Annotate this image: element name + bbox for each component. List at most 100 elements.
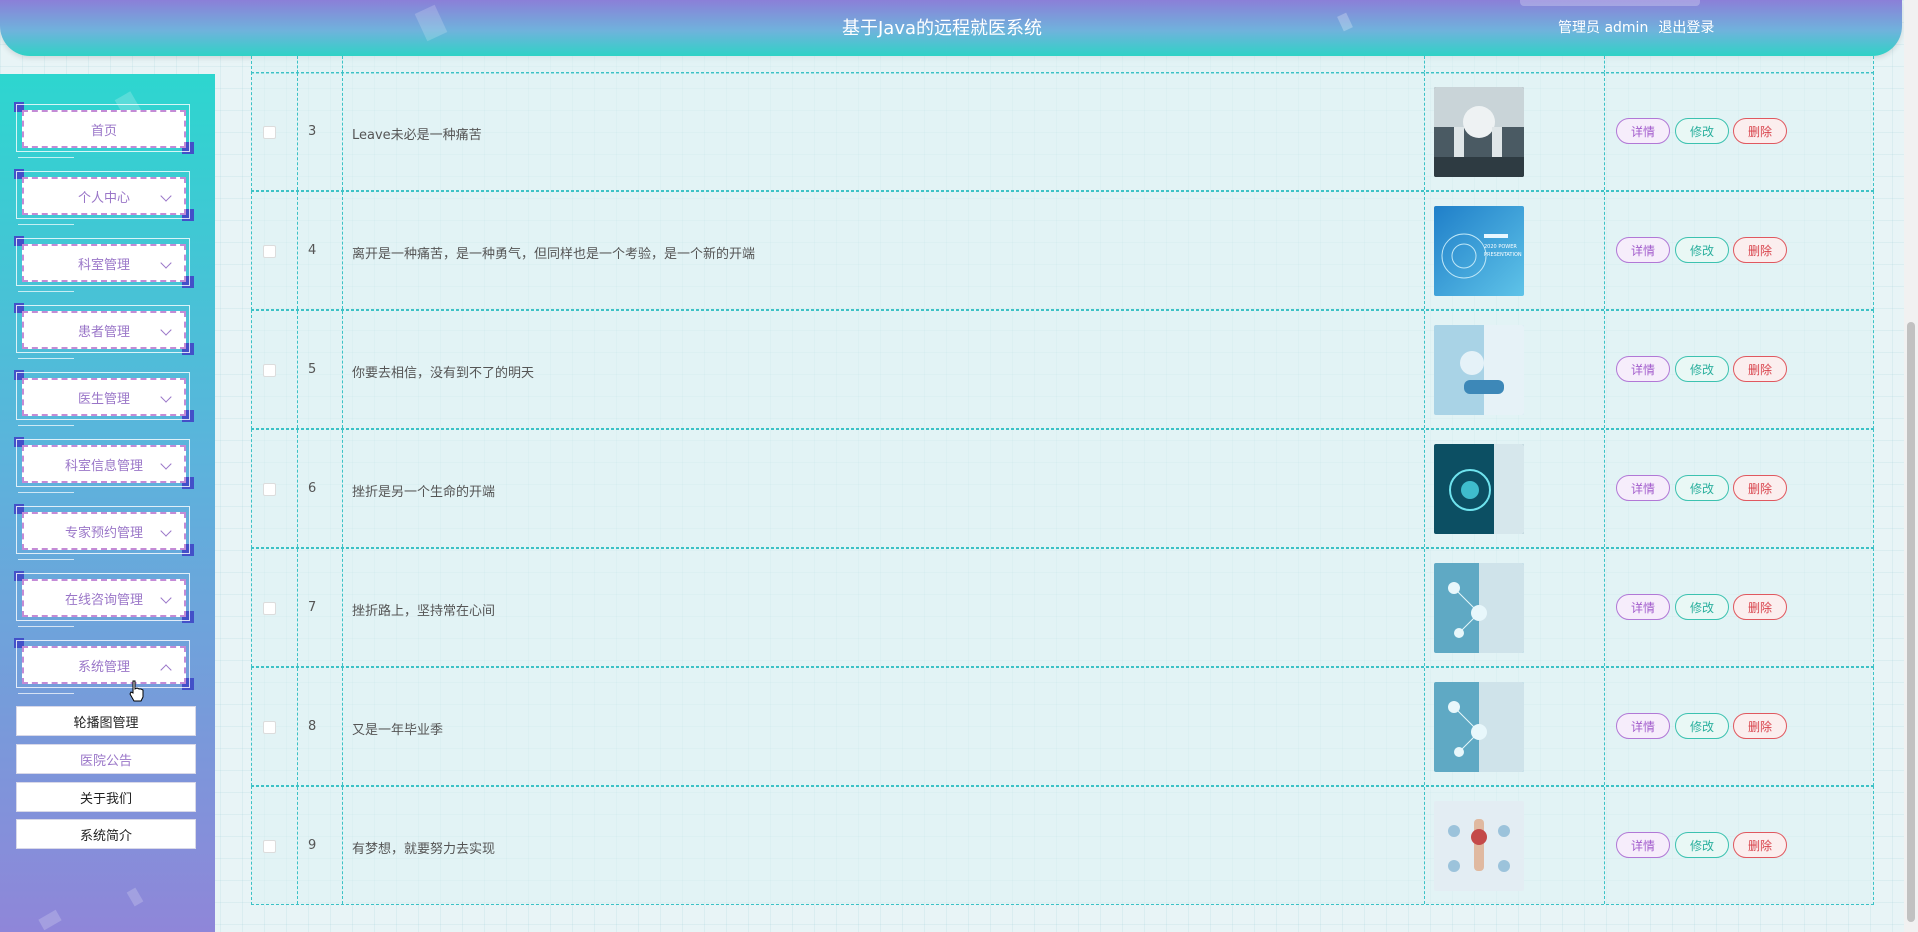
sidebar-item-label[interactable]: 科室管理: [22, 244, 186, 282]
detail-button[interactable]: 详情: [1616, 237, 1670, 263]
scrollbar-thumb[interactable]: [1907, 322, 1915, 922]
detail-button[interactable]: 详情: [1616, 356, 1670, 382]
row-checkbox[interactable]: [263, 126, 276, 139]
item-underline: [18, 291, 74, 292]
item-underline: [18, 559, 74, 560]
row-title: 有梦想，就要努力去实现: [352, 842, 496, 857]
table-row: 9 有梦想，就要努力去实现 详情 修改 删除: [251, 786, 1874, 905]
sidebar-item-patient[interactable]: 患者管理: [14, 303, 194, 359]
detail-button[interactable]: 详情: [1616, 118, 1670, 144]
submenu-system-intro[interactable]: 系统简介: [16, 819, 196, 849]
column-separator: [1604, 549, 1605, 666]
column-separator: [1424, 192, 1425, 309]
column-separator: [342, 787, 343, 904]
column-separator: [342, 56, 343, 73]
sidebar-item-label[interactable]: 专家预约管理: [22, 512, 186, 550]
column-separator: [297, 787, 298, 904]
column-separator: [342, 311, 343, 428]
detail-button[interactable]: 详情: [1616, 713, 1670, 739]
chevron-down-icon: [160, 391, 172, 403]
hand-cursor-icon: [129, 680, 144, 702]
delete-button[interactable]: 删除: [1733, 475, 1787, 501]
doctor-hologram-icon: [1434, 444, 1524, 534]
row-checkbox[interactable]: [263, 840, 276, 853]
row-index: 6: [308, 481, 317, 496]
delete-button[interactable]: 删除: [1733, 713, 1787, 739]
edit-button[interactable]: 修改: [1675, 594, 1729, 620]
table-row: 5 你要去相信，没有到不了的明天 详情 修改 删除: [251, 310, 1874, 429]
submenu-about-us[interactable]: 关于我们: [16, 782, 196, 812]
medical-network-icon: [1434, 563, 1524, 653]
column-separator: [1604, 668, 1605, 785]
delete-button[interactable]: 删除: [1733, 237, 1787, 263]
sidebar-item-label[interactable]: 首页: [22, 110, 186, 148]
row-title: 又是一年毕业季: [352, 723, 444, 738]
row-checkbox[interactable]: [263, 483, 276, 496]
sidebar-item-label[interactable]: 医生管理: [22, 378, 186, 416]
column-separator: [1604, 787, 1605, 904]
row-checkbox[interactable]: [263, 245, 276, 258]
submenu-hospital-notice[interactable]: 医院公告: [16, 744, 196, 774]
column-separator: [1604, 192, 1605, 309]
chevron-down-icon: [160, 458, 172, 470]
sidebar-item-text: 个人中心: [77, 190, 130, 206]
sidebar-item-label[interactable]: 在线咨询管理: [22, 579, 186, 617]
row-checkbox[interactable]: [263, 721, 276, 734]
delete-button[interactable]: 删除: [1733, 832, 1787, 858]
delete-button[interactable]: 删除: [1733, 118, 1787, 144]
sidebar-item-home[interactable]: 首页: [14, 102, 194, 158]
logout-link[interactable]: 退出登录: [1658, 20, 1714, 36]
row-title: 挫折是另一个生命的开端: [352, 485, 496, 500]
column-separator: [297, 56, 298, 73]
table-row: 3 Leave未必是一种痛苦 详情 修改 删除: [251, 72, 1874, 191]
edit-button[interactable]: 修改: [1675, 356, 1729, 382]
edit-button[interactable]: 修改: [1675, 475, 1729, 501]
sidebar-item-system[interactable]: 系统管理: [14, 638, 194, 694]
sidebar-item-department-info[interactable]: 科室信息管理: [14, 437, 194, 493]
sidebar-item-expert-appointment[interactable]: 专家预约管理: [14, 504, 194, 560]
delete-button[interactable]: 删除: [1733, 594, 1787, 620]
sidebar-item-doctor[interactable]: 医生管理: [14, 370, 194, 426]
detail-button[interactable]: 详情: [1616, 475, 1670, 501]
sidebar-item-text: 患者管理: [77, 324, 130, 340]
edit-button[interactable]: 修改: [1675, 118, 1729, 144]
row-title: 离开是一种痛苦，是一种勇气，但同样也是一个考验，是一个新的开端: [352, 247, 756, 262]
table-row: 8 又是一年毕业季 详情 修改 删除: [251, 667, 1874, 786]
delete-button[interactable]: 删除: [1733, 356, 1787, 382]
table-row: 7 挫折路上，坚持常在心间 详情 修改 删除: [251, 548, 1874, 667]
column-separator: [1604, 430, 1605, 547]
chevron-up-icon: [160, 664, 172, 676]
sidebar-item-online-consult[interactable]: 在线咨询管理: [14, 571, 194, 627]
column-separator: [342, 430, 343, 547]
page-scrollbar[interactable]: [1904, 0, 1918, 932]
column-separator: [297, 430, 298, 547]
column-separator: [297, 549, 298, 666]
robot-surgery-icon: [1434, 87, 1524, 177]
sidebar-item-department[interactable]: 科室管理: [14, 236, 194, 292]
sidebar-item-label[interactable]: 患者管理: [22, 311, 186, 349]
edit-button[interactable]: 修改: [1675, 832, 1729, 858]
sidebar-item-label[interactable]: 个人中心: [22, 177, 186, 215]
column-separator: [1424, 311, 1425, 428]
column-separator: [1424, 787, 1425, 904]
sidebar-item-text: 首页: [90, 123, 117, 139]
table-row: 4 离开是一种痛苦，是一种勇气，但同样也是一个考验，是一个新的开端 2020 P…: [251, 191, 1874, 310]
doctor-touch-icon: [1434, 325, 1524, 415]
row-checkbox[interactable]: [263, 602, 276, 615]
detail-button[interactable]: 详情: [1616, 832, 1670, 858]
sidebar-item-text: 科室信息管理: [64, 458, 143, 474]
item-underline: [18, 224, 74, 225]
item-underline: [18, 358, 74, 359]
medical-network-icon: [1434, 682, 1524, 772]
sidebar-decoration: [126, 887, 144, 907]
row-checkbox[interactable]: [263, 364, 276, 377]
top-header: 基于Java的远程就医系统 管理员 admin 退出登录: [0, 0, 1902, 56]
sidebar-item-personal-center[interactable]: 个人中心: [14, 169, 194, 225]
sidebar-item-text: 医生管理: [77, 391, 130, 407]
submenu-carousel[interactable]: 轮播图管理: [16, 706, 196, 736]
sidebar-item-label[interactable]: 科室信息管理: [22, 445, 186, 483]
edit-button[interactable]: 修改: [1675, 237, 1729, 263]
edit-button[interactable]: 修改: [1675, 713, 1729, 739]
sidebar-item-label[interactable]: 系统管理: [22, 646, 186, 684]
detail-button[interactable]: 详情: [1616, 594, 1670, 620]
